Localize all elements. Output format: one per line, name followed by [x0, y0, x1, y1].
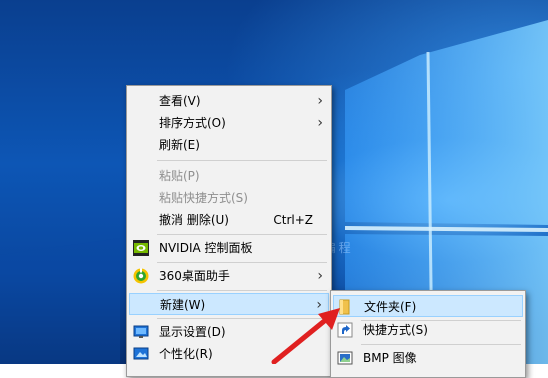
menu-separator	[157, 290, 327, 291]
360-helper-icon	[133, 268, 149, 284]
menu-item-sort[interactable]: 排序方式(O) ›	[129, 112, 329, 134]
submenu-item-shortcut-label: 快捷方式(S)	[363, 323, 428, 337]
red-arrow	[271, 308, 340, 364]
display-icon	[133, 325, 149, 338]
desktop-background[interactable]: xlcm 脚本 源码 编程 查看(V) › 排序方式(O) › 刷新(E) 粘贴…	[0, 0, 548, 378]
submenu-item-folder[interactable]: 文件夹(F)	[333, 295, 523, 317]
menu-separator	[157, 234, 327, 235]
submenu-item-bmp-label: BMP 图像	[363, 351, 417, 365]
menu-item-refresh[interactable]: 刷新(E)	[129, 134, 329, 156]
menu-item-360-helper-label: 360桌面助手	[159, 269, 230, 283]
new-submenu: 文件夹(F) 快捷方式(S) BMP 图像	[330, 290, 526, 378]
menu-separator	[361, 344, 521, 345]
menu-item-sort-label: 排序方式(O)	[159, 116, 226, 130]
undo-shortcut-key: Ctrl+Z	[273, 213, 313, 227]
menu-item-paste[interactable]: 粘贴(P)	[129, 165, 329, 187]
menu-item-paste-shortcut[interactable]: 粘贴快捷方式(S)	[129, 187, 329, 209]
chevron-right-icon: ›	[317, 115, 323, 131]
menu-item-new-label: 新建(W)	[160, 298, 206, 312]
menu-item-nvidia[interactable]: NVIDIA 控制面板	[129, 237, 329, 259]
menu-separator	[157, 262, 327, 263]
menu-item-view-label: 查看(V)	[159, 94, 201, 108]
menu-item-nvidia-label: NVIDIA 控制面板	[159, 241, 253, 255]
menu-item-view[interactable]: 查看(V) ›	[129, 90, 329, 112]
menu-item-personalize-label: 个性化(R)	[159, 347, 213, 361]
menu-item-refresh-label: 刷新(E)	[159, 138, 200, 152]
personalize-icon	[133, 347, 149, 360]
menu-item-display-settings-label: 显示设置(D)	[159, 325, 226, 339]
menu-item-undo-delete[interactable]: 撤消 删除(U) Ctrl+Z	[129, 209, 329, 231]
menu-item-paste-shortcut-label: 粘贴快捷方式(S)	[159, 191, 248, 205]
menu-separator	[157, 160, 327, 161]
chevron-right-icon: ›	[317, 268, 323, 284]
submenu-item-folder-label: 文件夹(F)	[364, 300, 417, 314]
submenu-item-bmp[interactable]: BMP 图像	[333, 347, 523, 369]
submenu-item-shortcut[interactable]: 快捷方式(S)	[333, 319, 523, 341]
menu-item-undo-delete-label: 撤消 删除(U)	[159, 213, 229, 227]
nvidia-icon	[133, 240, 149, 256]
menu-item-360-helper[interactable]: 360桌面助手 ›	[129, 265, 329, 287]
menu-item-paste-label: 粘贴(P)	[159, 169, 200, 183]
chevron-right-icon: ›	[317, 93, 323, 109]
